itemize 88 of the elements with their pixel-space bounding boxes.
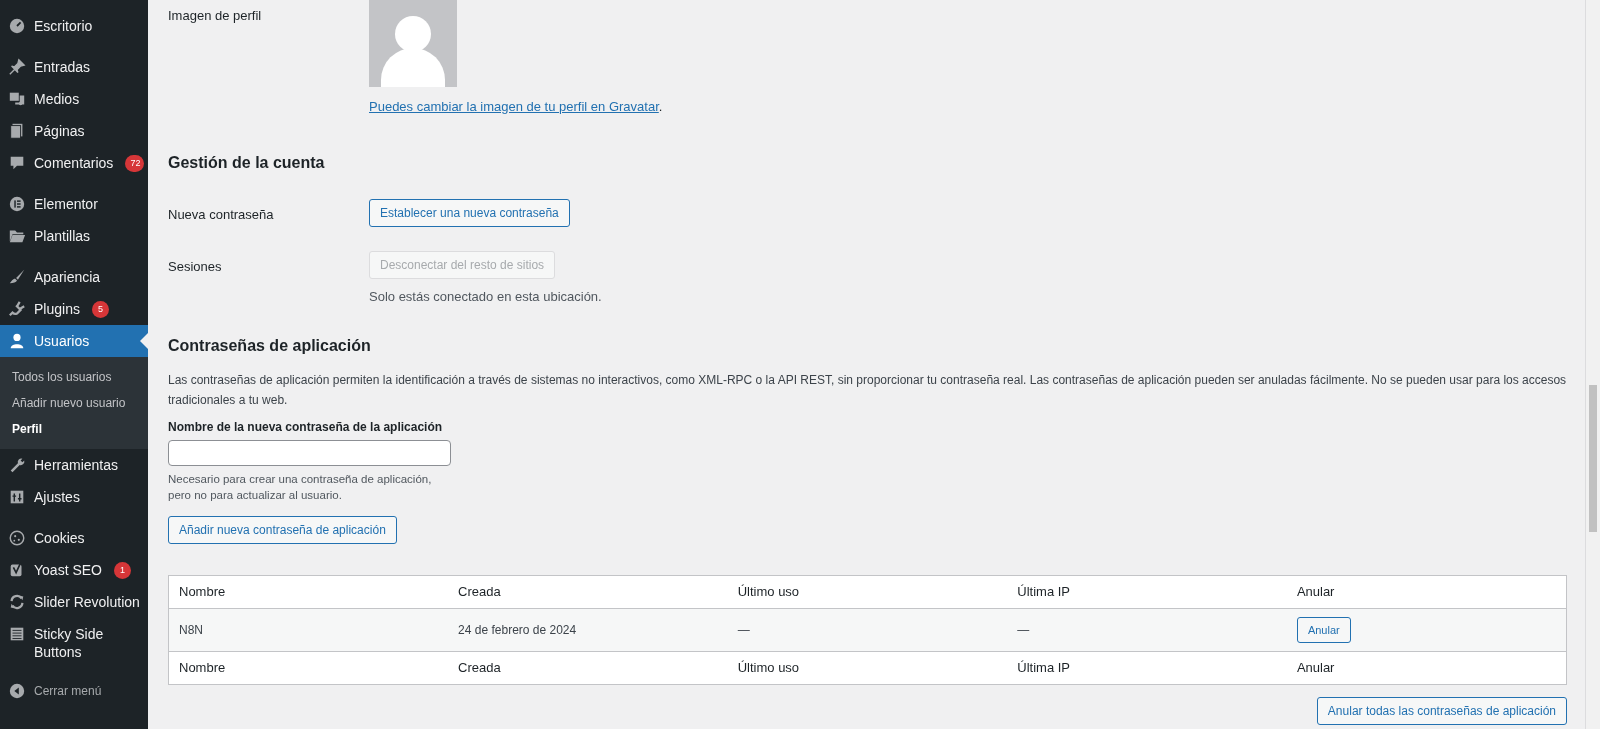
field-label: Sesiones [168,257,223,276]
sidebar-label: Páginas [34,122,85,140]
sidebar-label: Cookies [34,529,85,547]
sidebar-item[interactable]: Medios [0,83,148,115]
sidebar-label: Ajustes [34,488,80,506]
column-header: Último uso [727,651,1008,685]
sidebar-label: Plantillas [34,227,91,245]
column-header: Anular [1286,651,1567,685]
revoke-button[interactable]: Anular [1296,617,1351,643]
help-text: Necesario para crear una contraseña de aplicación, [168,472,433,487]
table-cell: — [1007,608,1287,652]
table-cell: N8N [168,608,449,652]
sidebar-label: Apariencia [34,268,101,286]
sidebar-item[interactable]: Escritorio [0,10,148,42]
description-text: Las contraseñas de aplicación permiten la identificación a través de sistemas no interactivos, como XML-RPC o la API REST, sin proporcionar tu contraseña real. Las contraseñas de aplicación pueden ser anuladas fácilmente. No se pueden usar para los accesos tradicionales a tu web. [168,372,1567,409]
sidebar-label: Elementor [34,195,98,213]
wrench-icon [8,456,26,474]
notification-badge: 5 [91,301,109,318]
sidebar-item[interactable]: Usuarios [0,325,148,357]
table-cell: 24 de febrero de 2024 [448,608,728,652]
add-password-button[interactable]: Añadir nueva contraseña de aplicación [168,516,397,544]
user-icon [8,332,26,350]
action-button[interactable]: Establecer una nueva contraseña [369,198,570,227]
sidebar-item[interactable]: Ajustes [0,481,148,513]
sidebar-label: Plugins [34,300,80,318]
sliders-icon [8,488,26,506]
menu-pointer-icon [140,333,148,349]
help-text: pero no para actualizar al usuario. [168,488,343,503]
sidebar-label: Usuarios [34,332,90,350]
submenu-item[interactable]: Perfil [0,416,148,442]
sidebar-label: Slider Revolution [34,593,140,611]
gravatar-link[interactable]: Puedes cambiar la imagen de tu perfil en Gravatar [369,99,659,114]
column-header: Nombre [168,651,449,685]
sidebar-label: Yoast SEO [34,561,102,579]
submenu-item[interactable]: Añadir nuevo usuario [0,390,148,416]
description-text: Solo estás conectado en esta ubicación. [369,287,602,306]
sidebar-label: Medios [34,90,80,108]
field-label: Imagen de perfil [168,7,263,25]
column-header: Último uso [727,575,1008,609]
sidebar-item[interactable]: Plugins 5 [0,293,148,325]
sidebar-item[interactable]: Elementor [0,188,148,220]
revoke-all-button[interactable]: Anular todas las contraseñas de aplicación [1316,697,1567,725]
punctuation-text: . [658,99,663,114]
notification-badge: 72 [125,155,144,172]
column-header: Última IP [1007,651,1287,685]
section-heading: Contraseñas de aplicación [168,336,372,356]
name-input-field[interactable] [168,440,451,466]
sidebar-label: Escritorio [34,17,93,35]
column-header: Anular [1286,575,1567,609]
media-icon [8,90,26,108]
refresh-icon [8,593,26,611]
collapse-label: Cerrar menú [34,683,102,700]
collapse-icon [8,682,26,700]
sidebar-item[interactable]: Entradas [0,51,148,83]
notification-badge: 1 [114,562,131,579]
column-header: Última IP [1007,575,1287,609]
sidebar-label: Herramientas [34,456,119,474]
sidebar-item[interactable]: Herramientas [0,449,148,481]
sidebar-label: Sticky Side Buttons [34,625,105,661]
column-header: Nombre [168,575,449,609]
scrollbar[interactable] [1585,0,1600,729]
field-label: Nombre de la nueva contraseña de la aplicación [168,419,444,436]
sidebar-item[interactable]: Slider Revolution [0,586,148,618]
list-icon [8,625,26,643]
sidebar-label: Comentarios [34,154,114,172]
gauge-icon [8,17,26,35]
plug-icon [8,300,26,318]
sidebar-item[interactable]: Sticky Side Buttons [0,618,148,668]
submenu-item[interactable]: Todos los usuarios [0,364,148,390]
speech-bubble-icon [8,154,26,172]
sidebar-item[interactable]: Apariencia [0,261,148,293]
sidebar-label: Entradas [34,58,91,76]
cookie-icon [8,529,26,547]
field-label: Nueva contraseña [168,205,275,224]
column-header: Creada [448,651,728,685]
column-header: Creada [448,575,728,609]
sidebar-item[interactable]: Páginas [0,115,148,147]
scrollbar-thumb[interactable] [1589,385,1597,532]
collapse-menu-button[interactable]: Cerrar menú [0,674,148,708]
sidebar-item[interactable]: Plantillas [0,220,148,252]
paintbrush-icon [8,268,26,286]
sidebar-item[interactable]: Comentarios 72 [0,147,148,179]
pushpin-icon [8,58,26,76]
elementor-icon [8,195,26,213]
sidebar-item[interactable]: Cookies [0,522,148,554]
section-heading: Gestión de la cuenta [168,152,326,173]
sidebar-item[interactable]: Yoast SEO 1 [0,554,148,586]
table-cell: — [727,608,1008,652]
